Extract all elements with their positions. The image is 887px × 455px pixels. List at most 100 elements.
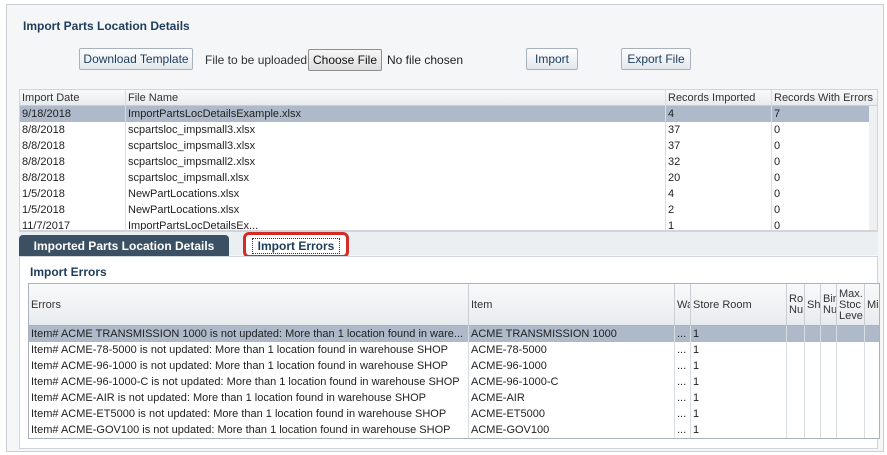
tab-import-errors[interactable]: Import Errors — [243, 232, 349, 258]
cell-records-with-errors: 7 — [772, 106, 877, 122]
import-errors-table-header: Errors Item Wa Store Room Ro Nu Sh Bin N… — [29, 284, 879, 326]
cell-empty — [821, 326, 837, 342]
column-header-import-date[interactable]: Import Date — [20, 90, 126, 106]
cell-records-with-errors: 0 — [772, 218, 877, 230]
table-row[interactable]: Item# ACME-AIR is not updated: More than… — [29, 390, 879, 406]
cell-error: Item# ACME TRANSMISSION 1000 is not upda… — [29, 326, 469, 342]
cell-item: ACME-96-1000-C — [469, 374, 675, 390]
cell-warehouse: ... — [675, 406, 691, 422]
cell-item: ACME-ET5000 — [469, 406, 675, 422]
table-row[interactable]: 8/8/2018 scpartsloc_impsmall2.xlsx 32 0 — [20, 154, 877, 170]
cell-records-imported: 32 — [666, 154, 772, 170]
vertical-scrollbar[interactable] — [869, 106, 877, 230]
tab-imported-parts-location-details[interactable]: Imported Parts Location Details — [19, 235, 229, 256]
column-header-item[interactable]: Item — [469, 284, 675, 326]
column-header-shelf[interactable]: Sh — [805, 284, 821, 326]
import-button[interactable]: Import — [526, 48, 578, 70]
cell-store-room: 1 — [691, 406, 787, 422]
cell-empty — [837, 422, 865, 438]
cell-empty — [821, 358, 837, 374]
download-template-button[interactable]: Download Template — [79, 48, 193, 70]
cell-item: ACME-AIR — [469, 390, 675, 406]
export-file-button[interactable]: Export File — [621, 48, 691, 70]
column-header-min[interactable]: Mi — [865, 284, 879, 326]
import-errors-table: Errors Item Wa Store Room Ro Nu Sh Bin N… — [28, 283, 880, 439]
cell-file-name: NewPartLocations.xlsx — [126, 186, 666, 202]
cell-empty — [787, 374, 805, 390]
table-row[interactable]: Item# ACME-96-1000 is not updated: More … — [29, 358, 879, 374]
cell-store-room: 1 — [691, 374, 787, 390]
column-header-row-number[interactable]: Ro Nu — [787, 284, 805, 326]
cell-empty — [805, 390, 821, 406]
table-row[interactable]: Item# ACME TRANSMISSION 1000 is not upda… — [29, 326, 879, 342]
cell-empty — [821, 374, 837, 390]
cell-error: Item# ACME-ET5000 is not updated: More t… — [29, 406, 469, 422]
cell-warehouse: ... — [675, 422, 691, 438]
cell-empty — [865, 422, 879, 438]
cell-file-name: scpartsloc_impsmall3.xlsx — [126, 138, 666, 154]
column-header-records-with-errors[interactable]: Records With Errors — [772, 90, 877, 106]
cell-records-with-errors: 0 — [772, 186, 877, 202]
cell-error: Item# ACME-78-5000 is not updated: More … — [29, 342, 469, 358]
cell-error: Item# ACME-GOV100 is not updated: More t… — [29, 422, 469, 438]
cell-error: Item# ACME-AIR is not updated: More than… — [29, 390, 469, 406]
table-row[interactable]: 8/8/2018 scpartsloc_impsmall.xlsx 20 0 — [20, 170, 877, 186]
cell-empty — [865, 374, 879, 390]
choose-file-button[interactable]: Choose File — [308, 49, 382, 71]
cell-empty — [787, 358, 805, 374]
cell-empty — [821, 390, 837, 406]
cell-records-with-errors: 0 — [772, 154, 877, 170]
table-row[interactable]: 11/7/2017 ImportPartsLocDetailsEx... 1 0 — [20, 218, 877, 230]
cell-warehouse: ... — [675, 374, 691, 390]
cell-warehouse: ... — [675, 342, 691, 358]
cell-empty — [837, 406, 865, 422]
cell-warehouse: ... — [675, 390, 691, 406]
cell-file-name: scpartsloc_impsmall2.xlsx — [126, 154, 666, 170]
cell-empty — [865, 326, 879, 342]
cell-empty — [837, 342, 865, 358]
cell-item: ACME TRANSMISSION 1000 — [469, 326, 675, 342]
cell-empty — [865, 390, 879, 406]
cell-file-name: scpartsloc_impsmall.xlsx — [126, 170, 666, 186]
cell-empty — [821, 422, 837, 438]
tab-bar: Imported Parts Location Details Import E… — [19, 231, 878, 258]
cell-import-date: 8/8/2018 — [20, 170, 126, 186]
cell-file-name: scpartsloc_impsmall3.xlsx — [126, 122, 666, 138]
cell-empty — [787, 422, 805, 438]
cell-records-with-errors: 0 — [772, 170, 877, 186]
column-header-file-name[interactable]: File Name — [126, 90, 666, 106]
cell-records-imported: 37 — [666, 138, 772, 154]
cell-empty — [837, 374, 865, 390]
column-header-max-stock-level[interactable]: Max. Stoc Leve — [837, 284, 865, 326]
cell-records-imported: 37 — [666, 122, 772, 138]
import-errors-panel: Import Errors Errors Item Wa Store Room … — [19, 256, 880, 449]
cell-import-date: 1/5/2018 — [20, 186, 126, 202]
table-row[interactable]: 1/5/2018 NewPartLocations.xlsx 4 0 — [20, 186, 877, 202]
cell-warehouse: ... — [675, 326, 691, 342]
cell-empty — [865, 358, 879, 374]
cell-store-room: 1 — [691, 390, 787, 406]
panel-title: Import Parts Location Details — [23, 19, 190, 33]
table-row[interactable]: 1/5/2018 NewPartLocations.xlsx 2 0 — [20, 202, 877, 218]
cell-records-imported: 4 — [666, 186, 772, 202]
cell-file-name: ImportPartsLocDetailsEx... — [126, 218, 666, 230]
cell-empty — [787, 342, 805, 358]
column-header-warehouse[interactable]: Wa — [675, 284, 691, 326]
column-header-store-room[interactable]: Store Room — [691, 284, 787, 326]
table-row[interactable]: Item# ACME-ET5000 is not updated: More t… — [29, 406, 879, 422]
cell-error: Item# ACME-96-1000 is not updated: More … — [29, 358, 469, 374]
table-row[interactable]: Item# ACME-78-5000 is not updated: More … — [29, 342, 879, 358]
table-row[interactable]: Item# ACME-GOV100 is not updated: More t… — [29, 422, 879, 438]
column-header-bin-number[interactable]: Bin Nu — [821, 284, 837, 326]
table-row[interactable]: 8/8/2018 scpartsloc_impsmall3.xlsx 37 0 — [20, 122, 877, 138]
cell-records-imported: 2 — [666, 202, 772, 218]
cell-empty — [821, 342, 837, 358]
table-row[interactable]: 9/18/2018 ImportPartsLocDetailsExample.x… — [20, 106, 877, 122]
table-row[interactable]: Item# ACME-96-1000-C is not updated: Mor… — [29, 374, 879, 390]
cell-warehouse: ... — [675, 358, 691, 374]
column-header-records-imported[interactable]: Records Imported — [666, 90, 772, 106]
cell-item: ACME-78-5000 — [469, 342, 675, 358]
table-row[interactable]: 8/8/2018 scpartsloc_impsmall3.xlsx 37 0 — [20, 138, 877, 154]
cell-empty — [787, 406, 805, 422]
column-header-errors[interactable]: Errors — [29, 284, 469, 326]
